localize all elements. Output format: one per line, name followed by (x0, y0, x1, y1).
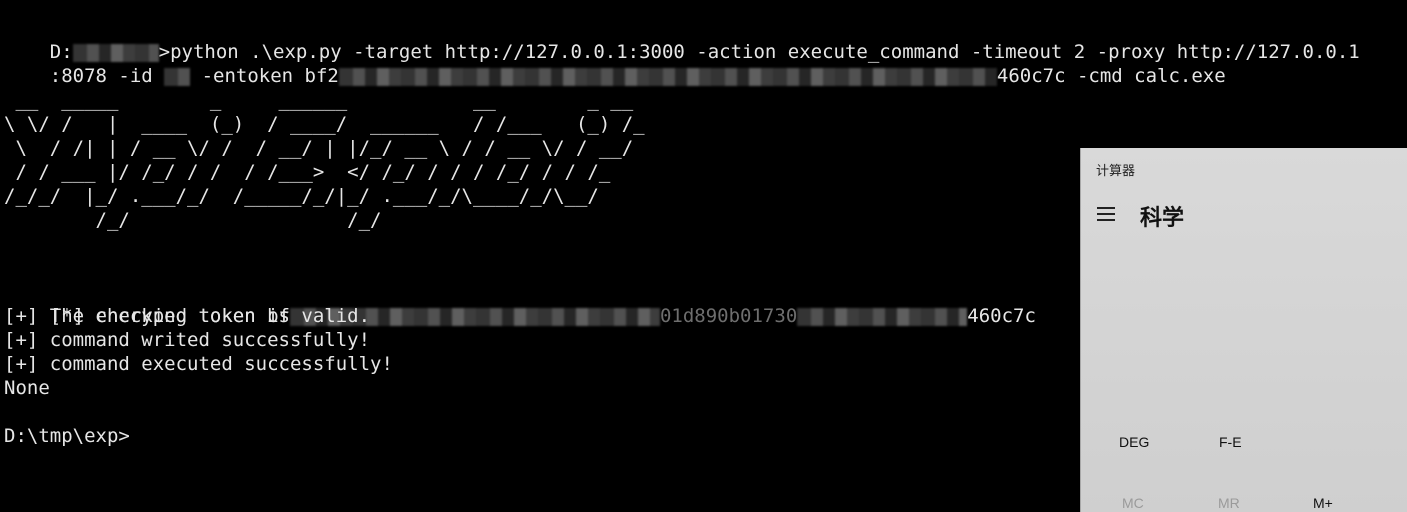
memory-add-button[interactable]: M+ (1313, 495, 1333, 511)
fe-button[interactable]: F-E (1219, 434, 1242, 450)
memory-recall-button[interactable]: MR (1218, 495, 1240, 511)
output-valid: [+] The encryped token is valid. (4, 305, 371, 327)
ascii-banner: __ _____ _ ______ __ _ __ \ \/ / | ____ … (4, 89, 645, 231)
hamburger-menu-icon[interactable] (1097, 207, 1115, 221)
output-writed: [+] command writed successfully! (4, 329, 371, 351)
command-text-2c: 460c7c -cmd calc.exe (996, 65, 1226, 87)
command-text-2b: -entoken bf2 (190, 65, 339, 87)
command-line-1: D: >python .\exp.py -target http://127.0.… (4, 16, 1360, 63)
redacted-token (338, 67, 997, 86)
output-check-token: [*] checking token bf 01d890b01730 460c7c (4, 280, 1036, 327)
output-check-suffix: 460c7c (967, 305, 1036, 327)
output-check-mid: 01d890b01730 (659, 305, 798, 327)
calculator-mode-title: 科学 (1140, 205, 1185, 230)
command-text-2a: :8078 -id (49, 65, 165, 87)
output-none: None (4, 377, 50, 399)
output-executed: [+] command executed successfully! (4, 353, 393, 375)
redacted-id (164, 67, 191, 86)
deg-button[interactable]: DEG (1119, 434, 1149, 450)
command-prompt[interactable]: D:\tmp\exp> (4, 424, 130, 448)
calculator-title: 计算器 (1096, 163, 1136, 178)
memory-clear-button[interactable]: MC (1122, 495, 1144, 511)
calculator-window[interactable]: 计算器 科学 DEG F-E MC MR M+ (1080, 148, 1407, 512)
redacted-token-part-2 (797, 307, 968, 326)
command-line-2: :8078 -id -entoken bf2 460c7c -cmd calc.e… (4, 40, 1226, 87)
